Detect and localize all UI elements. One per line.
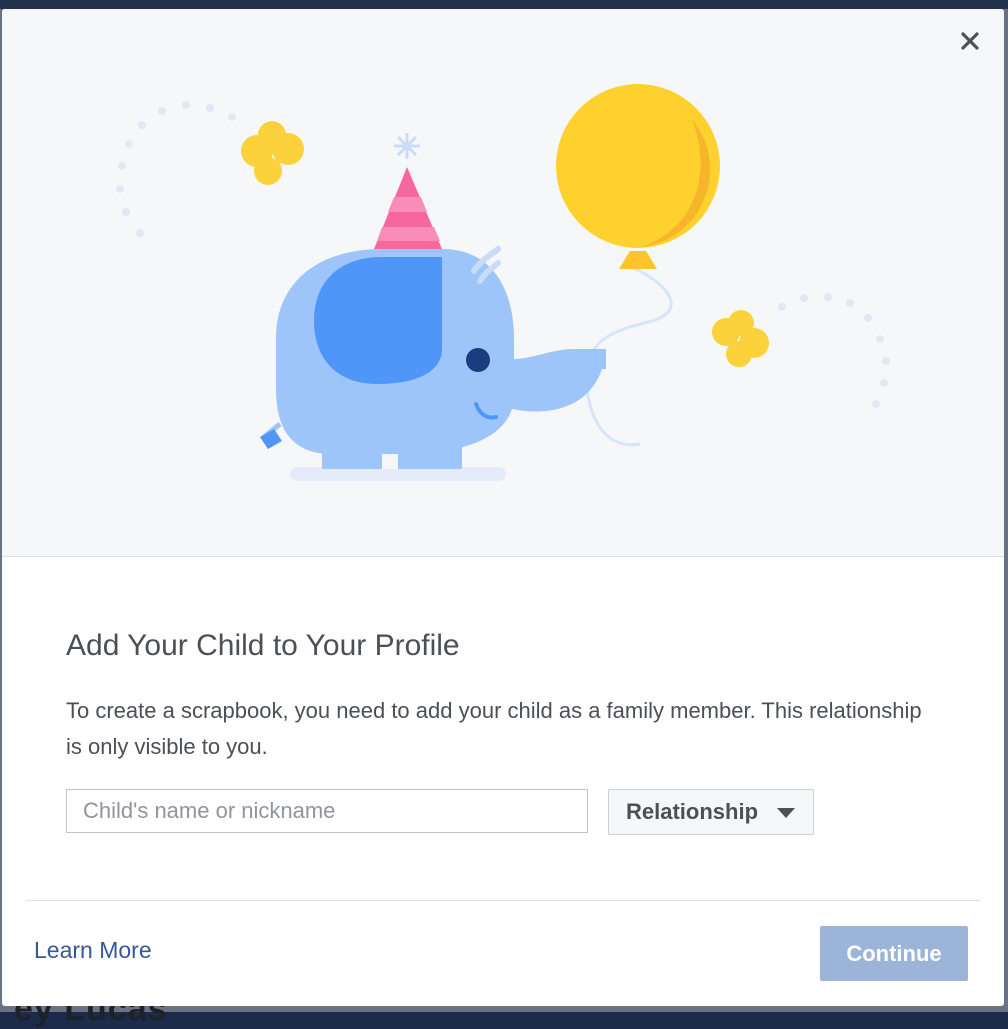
learn-more-link[interactable]: Learn More	[34, 937, 152, 964]
balloon-icon	[556, 84, 726, 269]
dialog-title: Add Your Child to Your Profile	[66, 629, 460, 662]
elephant-shadow	[290, 467, 506, 481]
elephant-party-illustration	[116, 84, 890, 481]
elephant-eye	[466, 348, 490, 372]
relationship-label: Relationship	[626, 799, 759, 824]
dotted-trail-left	[116, 101, 236, 237]
continue-button[interactable]: Continue	[820, 926, 968, 981]
dialog-description: To create a scrapbook, you need to add y…	[66, 698, 922, 759]
elephant-icon	[260, 246, 606, 469]
party-hat-icon	[374, 167, 442, 249]
butterfly-left-icon	[241, 121, 304, 185]
sparkle-icon	[394, 133, 420, 159]
close-icon	[961, 32, 979, 50]
add-child-dialog: Add Your Child to Your Profile To create…	[2, 9, 1004, 1006]
butterfly-right-icon	[712, 310, 769, 367]
background-top-bar	[0, 0, 1008, 9]
close-button[interactable]	[958, 29, 982, 53]
hero-illustration	[2, 9, 1004, 557]
dotted-trail-right	[778, 293, 890, 408]
caret-down-icon	[777, 808, 795, 818]
footer-divider	[26, 900, 980, 901]
relationship-dropdown[interactable]: Relationship	[608, 789, 814, 835]
child-name-input[interactable]	[66, 789, 588, 833]
